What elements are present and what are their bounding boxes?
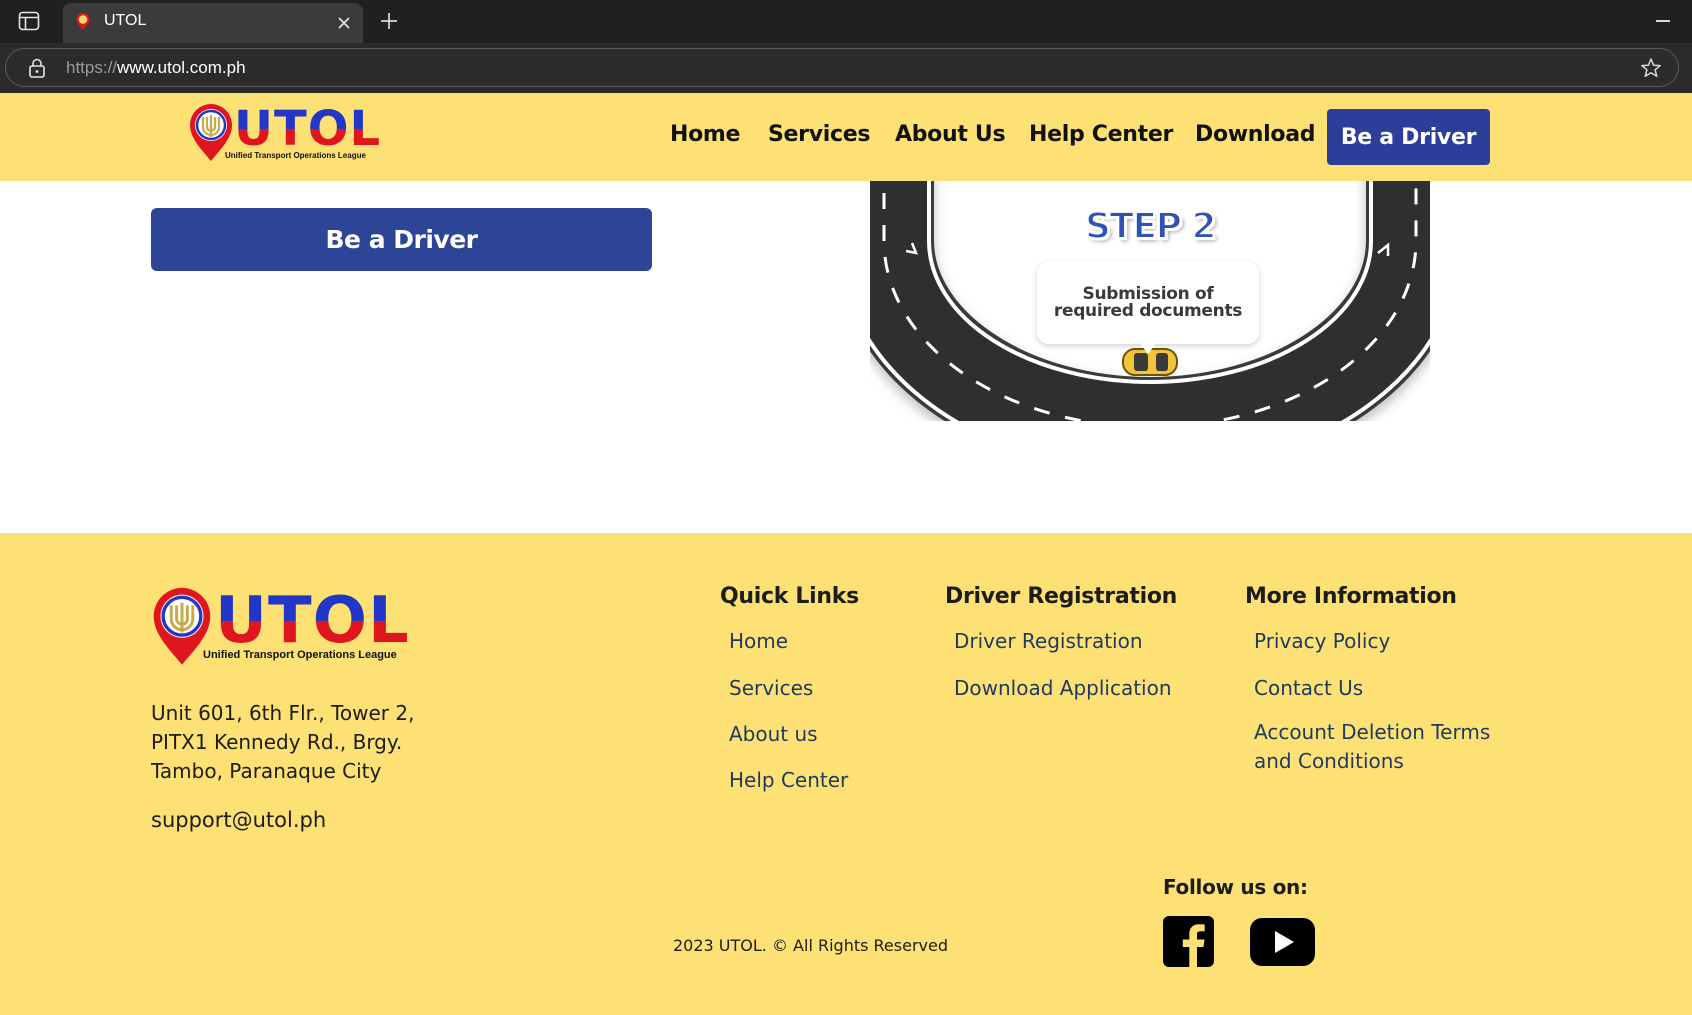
be-a-driver-button[interactable]: Be a Driver [151, 208, 652, 271]
lock-icon[interactable] [28, 58, 46, 78]
url-scheme: https:// [66, 58, 118, 77]
logo-wordmark: UTOL [215, 584, 410, 658]
logo-tagline: Unified Transport Operations League [225, 151, 366, 160]
support-email[interactable]: support@utol.ph [151, 808, 326, 832]
url-host: www.utol.com.ph [117, 58, 246, 77]
site-footer: UTOL Unified Transport Operations League… [0, 533, 1692, 1015]
site-header: UTOL Unified Transport Operations League… [0, 93, 1692, 181]
address-bar: https://www.utol.com.ph [0, 43, 1692, 93]
footer-link-help-center[interactable]: Help Center [729, 768, 848, 792]
footer-link-services[interactable]: Services [729, 676, 813, 700]
step-title: STEP 2 [1084, 205, 1218, 248]
sidebar-toggle-icon[interactable] [18, 11, 40, 31]
footer-logo[interactable]: UTOL Unified Transport Operations League [151, 586, 409, 668]
close-tab-icon[interactable] [335, 14, 353, 32]
step-description: Submission of required documents [1053, 283, 1243, 321]
footer-link-home[interactable]: Home [729, 629, 788, 653]
address-line: Unit 601, 6th Flr., Tower 2, [151, 701, 415, 725]
nav-help-center[interactable]: Help Center [1029, 122, 1173, 147]
bubble-tail [1139, 342, 1157, 354]
quick-links-title: Quick Links [720, 584, 859, 609]
footer-link-account-deletion[interactable]: Account Deletion Terms and Conditions [1254, 718, 1504, 776]
footer-link-privacy-policy[interactable]: Privacy Policy [1254, 629, 1390, 653]
logo-wordmark: UTOL [234, 101, 382, 157]
footer-link-download-application[interactable]: Download Application [954, 676, 1172, 700]
step-description-bubble: Submission of required documents [1037, 261, 1259, 344]
footer-link-contact-us[interactable]: Contact Us [1254, 676, 1363, 700]
footer-link-driver-registration[interactable]: Driver Registration [954, 629, 1143, 653]
address-line: PITX1 Kennedy Rd., Brgy. [151, 730, 403, 754]
url-text: https://www.utol.com.ph [66, 58, 246, 78]
logo-tagline: Unified Transport Operations League [203, 649, 397, 661]
minimize-window-icon[interactable] [1656, 20, 1670, 22]
header-logo[interactable]: UTOL Unified Transport Operations League [188, 103, 380, 165]
new-tab-icon[interactable] [378, 10, 400, 32]
nav-home[interactable]: Home [670, 122, 740, 147]
nav-services[interactable]: Services [768, 122, 870, 147]
nav-about-us[interactable]: About Us [895, 122, 1006, 147]
nav-download[interactable]: Download [1195, 122, 1316, 147]
url-field[interactable]: https://www.utol.com.ph [5, 48, 1679, 87]
follow-us-title: Follow us on: [1163, 875, 1308, 899]
youtube-icon[interactable] [1250, 918, 1315, 966]
browser-tab-bar: UTOL [0, 0, 1692, 43]
copyright-text: 2023 UTOL. © All Rights Reserved [673, 936, 948, 955]
company-address: Unit 601, 6th Flr., Tower 2, PITX1 Kenne… [151, 699, 421, 786]
address-line: Tambo, Paranaque City [151, 759, 382, 783]
driver-registration-title: Driver Registration [945, 584, 1178, 609]
footer-link-about-us[interactable]: About us [729, 722, 818, 746]
more-information-title: More Information [1245, 584, 1457, 609]
utol-favicon-icon [76, 13, 90, 30]
main-content: Be a Driver STEP 2 Submission of require… [0, 181, 1692, 533]
browser-tab[interactable]: UTOL [63, 3, 363, 43]
facebook-icon[interactable] [1163, 916, 1214, 967]
favorite-star-icon[interactable] [1640, 57, 1662, 79]
tab-title: UTOL [104, 12, 147, 29]
nav-be-a-driver-button[interactable]: Be a Driver [1327, 109, 1490, 165]
